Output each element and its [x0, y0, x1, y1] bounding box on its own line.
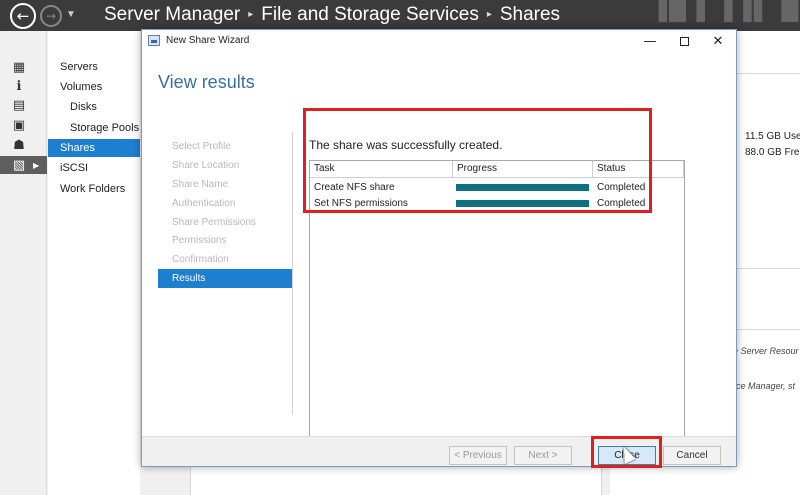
- shares-icon[interactable]: ▧ ▶: [0, 156, 47, 174]
- divider: [737, 73, 800, 74]
- sidebar-item-iscsi[interactable]: iSCSI: [48, 159, 140, 177]
- step-permissions: Permissions: [172, 235, 227, 246]
- sidebar-item-shares[interactable]: Shares: [48, 139, 140, 157]
- maximize-icon[interactable]: [667, 31, 701, 51]
- wizard-app-icon: [148, 35, 160, 46]
- server-manager-titlebar: ← → ▼ Server Manager ▸ File and Storage Se…: [0, 0, 800, 31]
- volume-free-text: 88.0 GB Free S: [745, 147, 800, 158]
- breadcrumb-item[interactable]: Shares: [500, 4, 560, 25]
- resource-link[interactable]: rce Manager, st: [733, 381, 795, 391]
- resource-text: e Server Resour: [733, 346, 799, 356]
- divider: [292, 132, 293, 415]
- page-title: View results: [158, 72, 255, 92]
- background-pane: [190, 466, 602, 495]
- background-content-panel: [737, 31, 800, 495]
- divider: [737, 268, 800, 269]
- background-pane: [610, 466, 737, 495]
- file-storage-icon[interactable]: ▣: [0, 116, 47, 134]
- dashboard-icon[interactable]: ▦: [0, 58, 47, 76]
- forward-arrow-icon[interactable]: →: [40, 5, 62, 27]
- sidebar-item-volumes[interactable]: Volumes: [48, 78, 140, 96]
- expand-arrow-icon: ▶: [33, 160, 40, 170]
- wizard-titlebar: New Share Wizard — ✕: [142, 30, 736, 52]
- step-share-location: Share Location: [172, 160, 240, 171]
- sidebar-item-storage-pools[interactable]: Storage Pools: [48, 119, 140, 137]
- all-servers-icon[interactable]: ▤: [0, 96, 47, 114]
- step-select-profile: Select Profile: [172, 141, 231, 152]
- sidebar-item-servers[interactable]: Servers: [48, 58, 140, 76]
- highlight-box-results: [303, 108, 652, 213]
- local-server-icon[interactable]: ℹ: [0, 77, 47, 95]
- new-share-wizard-dialog: New Share Wizard — ✕ View results Select…: [141, 29, 737, 467]
- icon-strip: ▦ ℹ ▤ ▣ ☗ ▧ ▶: [0, 31, 47, 495]
- titlebar-right-icons: ▐█▐ ▐▐▌ █: [650, 0, 800, 21]
- breadcrumb: Server Manager ▸ File and Storage Services…: [104, 4, 560, 26]
- breadcrumb-separator-icon: ▸: [248, 9, 254, 20]
- sidebar-item-work-folders[interactable]: Work Folders: [48, 180, 140, 198]
- wizard-title: New Share Wizard: [166, 35, 250, 46]
- back-arrow-icon[interactable]: ←: [10, 3, 36, 29]
- iis-icon[interactable]: ☗: [0, 136, 47, 154]
- sidebar-item-disks[interactable]: Disks: [48, 98, 140, 116]
- sidebar: Servers Volumes Disks Storage Pools Shar…: [48, 31, 140, 495]
- step-share-permissions: Share Permissions: [172, 217, 256, 228]
- volume-used-text: 11.5 GB Used: [745, 131, 800, 142]
- divider: [737, 329, 800, 330]
- close-icon[interactable]: ✕: [701, 31, 735, 51]
- history-dropdown-icon[interactable]: ▼: [66, 9, 76, 20]
- step-results[interactable]: Results: [158, 269, 292, 288]
- step-authentication: Authentication: [172, 198, 236, 209]
- cancel-button[interactable]: Cancel: [663, 446, 721, 465]
- breadcrumb-item[interactable]: Server Manager: [104, 4, 240, 25]
- previous-button[interactable]: < Previous: [449, 446, 507, 465]
- next-button[interactable]: Next >: [514, 446, 572, 465]
- breadcrumb-separator-icon: ▸: [486, 9, 492, 20]
- breadcrumb-item[interactable]: File and Storage Services: [261, 4, 479, 25]
- minimize-icon[interactable]: —: [633, 31, 667, 51]
- step-share-name: Share Name: [172, 179, 229, 190]
- step-confirmation: Confirmation: [172, 254, 229, 265]
